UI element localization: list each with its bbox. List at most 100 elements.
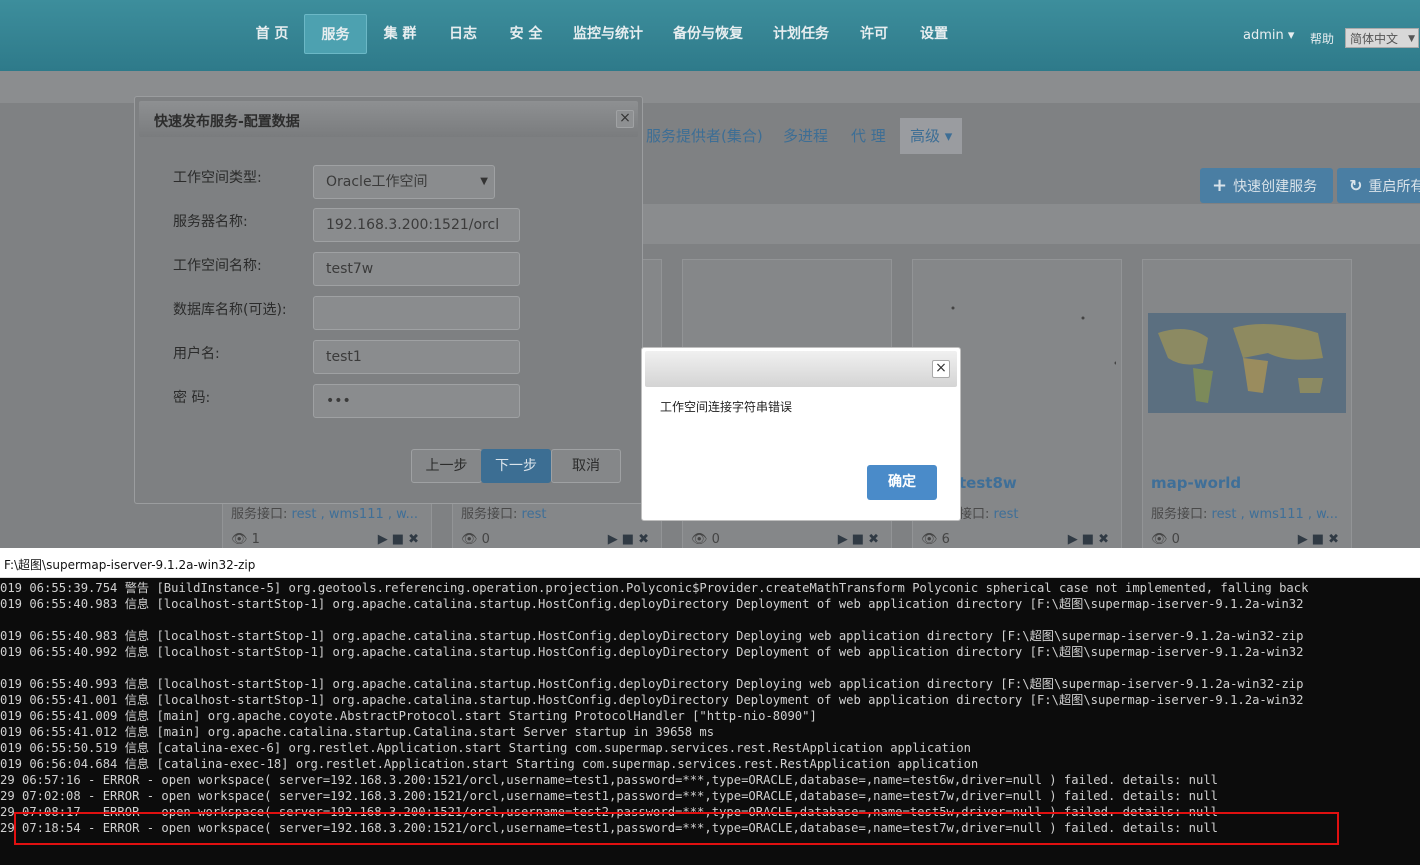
next-step-button[interactable]: 下一步 xyxy=(481,449,551,483)
play-icon[interactable]: ▶ xyxy=(608,532,622,547)
nav-settings[interactable]: 设置 xyxy=(912,14,956,54)
view-count: 👁 1 xyxy=(231,532,260,547)
chevron-down-icon: ▼ xyxy=(1408,34,1415,44)
workspace-type-select[interactable]: Oracle工作空间 ▼ xyxy=(313,165,495,199)
ok-button[interactable]: 确定 xyxy=(867,465,937,500)
close-icon[interactable]: ✖ xyxy=(868,532,883,547)
console-line: 019 06:55:41.012 信息 [main] org.apache.ca… xyxy=(0,725,715,739)
eye-icon: 👁 xyxy=(1151,532,1168,547)
server-name-label: 服务器名称: xyxy=(173,214,248,230)
dialog-header: 快速发布服务-配置数据 × xyxy=(139,101,638,137)
restart-all-button[interactable]: ↻ 重启所有 xyxy=(1337,168,1420,203)
database-name-input[interactable] xyxy=(313,296,520,330)
card-actions: ▶■✖ xyxy=(378,532,423,547)
service-interfaces: 接口: rest xyxy=(959,507,1019,522)
stop-icon[interactable]: ■ xyxy=(392,532,408,547)
card-actions: ▶■✖ xyxy=(838,532,883,547)
console-line: 019 06:55:40.983 信息 [localhost-startStop… xyxy=(0,629,1304,643)
restart-all-label: 重启所有 xyxy=(1368,179,1420,195)
workspace-name-input[interactable]: test7w xyxy=(313,252,520,286)
nav-home[interactable]: 首 页 xyxy=(248,14,296,54)
quick-create-label: 快速创建服务 xyxy=(1233,179,1318,195)
workspace-type-label: 工作空间类型: xyxy=(173,170,262,186)
stop-icon[interactable]: ■ xyxy=(1312,532,1328,547)
prev-step-button[interactable]: 上一步 xyxy=(411,449,482,483)
quick-create-service-button[interactable]: + 快速创建服务 xyxy=(1200,168,1333,203)
error-highlight-box xyxy=(14,812,1339,845)
workspace-type-value: Oracle工作空间 xyxy=(326,174,428,190)
world-map-thumbnail xyxy=(1148,313,1346,413)
nav-logs[interactable]: 日志 xyxy=(440,14,486,54)
play-icon[interactable]: ▶ xyxy=(838,532,852,547)
nav-license[interactable]: 许可 xyxy=(852,14,896,54)
nav-security[interactable]: 安 全 xyxy=(503,14,549,54)
eye-icon: 👁 xyxy=(921,532,938,547)
tab-advanced[interactable]: 高级 ▾ xyxy=(900,118,963,154)
view-count: 👁 0 xyxy=(691,532,720,547)
card-actions: ▶■✖ xyxy=(608,532,653,547)
eye-icon: 👁 xyxy=(461,532,478,547)
nav-services[interactable]: 服务 xyxy=(304,14,367,54)
nav-cluster[interactable]: 集 群 xyxy=(376,14,424,54)
error-message: 工作空间连接字符串错误 xyxy=(660,400,793,414)
workspace-name-label: 工作空间名称: xyxy=(173,258,262,274)
console-line: 019 06:55:41.001 信息 [localhost-startStop… xyxy=(0,693,1304,707)
close-icon[interactable]: ✖ xyxy=(408,532,423,547)
close-icon[interactable]: ✖ xyxy=(1328,532,1343,547)
server-name-input[interactable]: 192.168.3.200:1521/orcl xyxy=(313,208,520,242)
console-line: 019 06:55:40.993 信息 [localhost-startStop… xyxy=(0,677,1304,691)
view-count: 👁 6 xyxy=(921,532,950,547)
console-line: 019 06:56:04.684 信息 [catalina-exec-18] o… xyxy=(0,757,979,771)
nav-monitoring[interactable]: 监控与统计 xyxy=(566,14,650,54)
close-icon[interactable]: ✖ xyxy=(1098,532,1113,547)
username-input[interactable]: test1 xyxy=(313,340,520,374)
stop-icon[interactable]: ■ xyxy=(1082,532,1098,547)
view-count: 👁 0 xyxy=(461,532,490,547)
quick-publish-dialog: 快速发布服务-配置数据 × 工作空间类型: Oracle工作空间 ▼ 服务器名称… xyxy=(134,96,643,504)
service-card[interactable]: map-world 服务接口: rest , wms111 , w... 👁 0… xyxy=(1142,259,1352,548)
top-navigation-bar: 首 页 服务 集 群 日志 安 全 监控与统计 备份与恢复 计划任务 许可 设置… xyxy=(0,0,1420,71)
help-link[interactable]: 帮助 xyxy=(1310,30,1334,47)
play-icon[interactable]: ▶ xyxy=(378,532,392,547)
play-icon[interactable]: ▶ xyxy=(1068,532,1082,547)
username-label: 用户名: xyxy=(173,346,220,362)
console-line: 29 07:02:08 - ERROR - open workspace( se… xyxy=(0,789,1219,803)
password-input[interactable]: ••• xyxy=(313,384,520,418)
console-line: 29 06:57:16 - ERROR - open workspace( se… xyxy=(0,773,1219,787)
card-title[interactable]: map-world xyxy=(1151,474,1241,492)
tab-multiprocess[interactable]: 多进程 xyxy=(773,118,838,154)
language-value: 简体中文 xyxy=(1350,32,1399,46)
eye-icon: 👁 xyxy=(231,532,248,547)
password-label: 密 码: xyxy=(173,390,211,406)
card-actions: ▶■✖ xyxy=(1068,532,1113,547)
error-alert-dialog: × 工作空间连接字符串错误 确定 xyxy=(641,347,961,521)
cancel-button[interactable]: 取消 xyxy=(551,449,621,483)
play-icon[interactable]: ▶ xyxy=(1298,532,1312,547)
console-title: F:\超图\supermap-iserver-9.1.2a-win32-zip xyxy=(4,558,256,572)
card-title[interactable]: test8w xyxy=(959,474,1017,492)
nav-scheduled-tasks[interactable]: 计划任务 xyxy=(766,14,836,54)
stop-icon[interactable]: ■ xyxy=(622,532,638,547)
console-line: 019 06:55:40.992 信息 [localhost-startStop… xyxy=(0,645,1304,659)
close-icon[interactable]: × xyxy=(616,110,634,128)
console-line: 019 06:55:50.519 信息 [catalina-exec-6] or… xyxy=(0,741,971,755)
stop-icon[interactable]: ■ xyxy=(852,532,868,547)
console-line: 019 06:55:41.009 信息 [main] org.apache.co… xyxy=(0,709,817,723)
eye-icon: 👁 xyxy=(691,532,708,547)
tab-proxy[interactable]: 代 理 xyxy=(841,118,896,154)
service-interfaces: 服务接口: rest xyxy=(461,507,547,522)
database-name-label: 数据库名称(可选): xyxy=(173,302,287,318)
tab-service-providers[interactable]: 服务提供者(集合) xyxy=(636,118,773,154)
service-interfaces: 服务接口: rest , wms111 , w... xyxy=(231,507,418,522)
language-select[interactable]: 简体中文 ▼ xyxy=(1345,28,1419,48)
service-interfaces: 服务接口: rest , wms111 , w... xyxy=(1151,507,1338,522)
nav-backup[interactable]: 备份与恢复 xyxy=(666,14,750,54)
dialog-title: 快速发布服务-配置数据 xyxy=(154,114,300,130)
user-menu[interactable]: admin ▾ xyxy=(1243,28,1294,43)
close-icon[interactable]: ✖ xyxy=(638,532,653,547)
close-icon[interactable]: × xyxy=(932,360,950,378)
console-title-bar: F:\超图\supermap-iserver-9.1.2a-win32-zip xyxy=(0,548,1420,578)
chevron-down-icon: ▼ xyxy=(480,176,488,187)
plus-icon: + xyxy=(1212,175,1228,196)
card-actions: ▶■✖ xyxy=(1298,532,1343,547)
